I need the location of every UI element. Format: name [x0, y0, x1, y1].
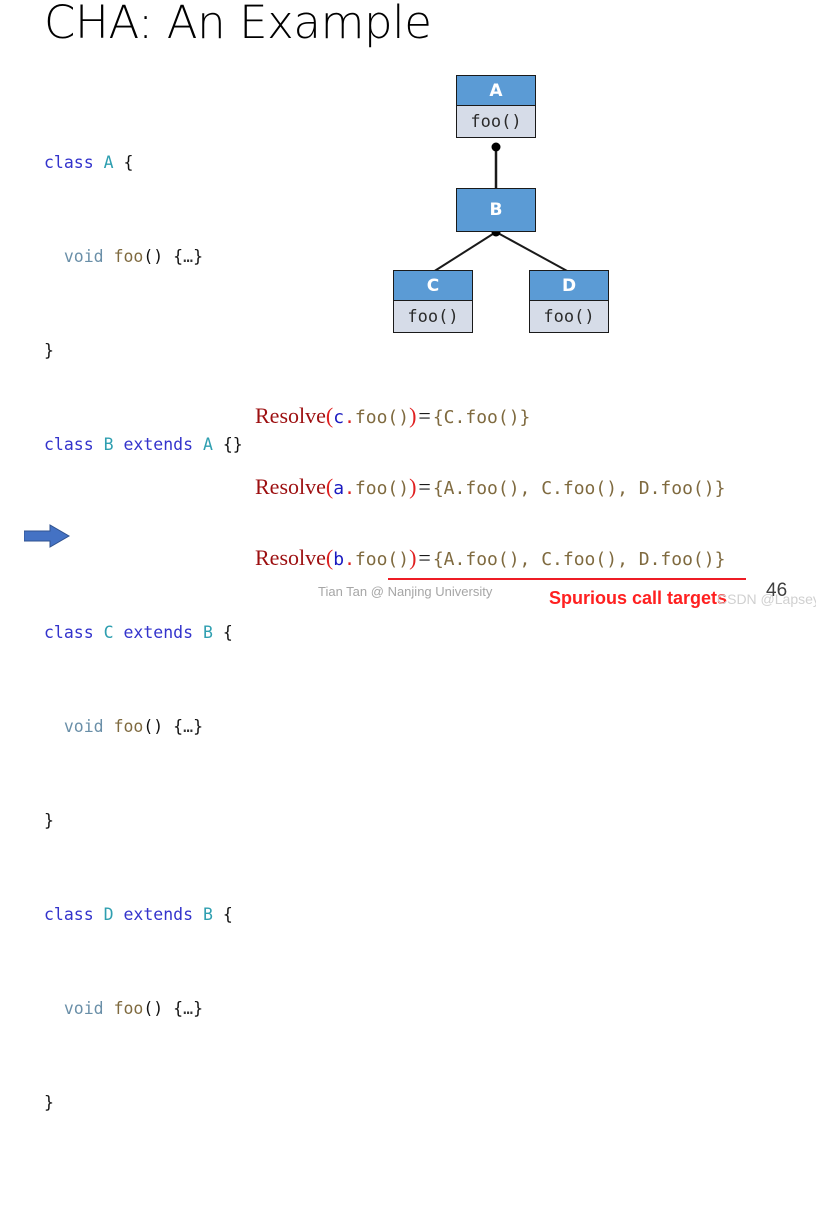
resolve-label: Resolve [255, 545, 326, 570]
keyword-class: class [44, 434, 94, 454]
code-line-2: void foo() {…} [63, 246, 203, 266]
resolve-label: Resolve [255, 403, 326, 428]
resolve-receiver: b [333, 549, 345, 570]
class-name-b: B [103, 434, 114, 454]
ellipsis: … [183, 998, 194, 1018]
keyword-class: class [44, 622, 94, 642]
code-line-9: class D extends B { [44, 904, 233, 924]
method-foo: foo [113, 716, 144, 736]
resolve-call: foo() [354, 407, 410, 428]
keyword-void: void [63, 998, 104, 1018]
current-line-arrow-icon [24, 524, 70, 548]
class-name-a: A [103, 152, 114, 172]
resolve-targets: {A.foo(), C.foo(), D.foo()} [432, 549, 726, 570]
page-title: CHA: An Example [44, 0, 432, 49]
uml-class-c-name: C [394, 271, 472, 301]
resolve-equals: = [418, 403, 431, 428]
uml-class-a: A foo() [456, 75, 536, 138]
resolve-dot: . [344, 478, 355, 499]
keyword-extends: extends [123, 622, 194, 642]
resolve-equals: = [418, 474, 431, 499]
code-line-8: } [44, 810, 54, 830]
uml-class-d-name: D [530, 271, 608, 301]
code-listing: class A { void foo() {…} } class B exten… [44, 80, 243, 1232]
code-line-1: class A { [44, 152, 134, 172]
keyword-extends: extends [123, 904, 194, 924]
code-line-3: } [44, 340, 54, 360]
code-line-7: void foo() {…} [63, 716, 203, 736]
resolve-equation-2: Resolve(a.foo())= {A.foo(), C.foo(), D.fo… [255, 474, 725, 500]
keyword-extends: extends [123, 434, 194, 454]
resolve-targets: {A.foo(), C.foo(), D.foo()} [432, 478, 726, 499]
method-foo: foo [113, 246, 144, 266]
resolve-targets: {C.foo()} [432, 407, 531, 428]
resolve-call: foo() [354, 549, 410, 570]
class-name-c: C [103, 622, 114, 642]
uml-class-c-member: foo() [407, 307, 459, 327]
resolve-dot: . [344, 549, 355, 570]
keyword-void: void [63, 716, 104, 736]
class-name-b: B [202, 622, 213, 642]
code-line-11: } [44, 1092, 54, 1112]
resolve-receiver: c [333, 407, 345, 428]
resolve-dot: . [344, 407, 355, 428]
keyword-class: class [44, 152, 94, 172]
uml-class-b: B [456, 188, 536, 232]
code-line-4: class B extends A {} [44, 434, 243, 454]
resolve-equation-1: Resolve(c.foo())= {C.foo()} [255, 403, 530, 429]
class-name-b: B [202, 904, 213, 924]
code-line-10: void foo() {…} [63, 998, 203, 1018]
resolve-call: foo() [354, 478, 410, 499]
spurious-call-targets-label: Spurious call targets [549, 588, 728, 608]
uml-class-b-name: B [457, 189, 535, 231]
uml-class-a-member: foo() [470, 112, 522, 132]
keyword-class: class [44, 904, 94, 924]
resolve-equals: = [418, 545, 431, 570]
uml-class-d-member: foo() [543, 307, 595, 327]
class-name-a: A [202, 434, 213, 454]
uml-class-c: C foo() [393, 270, 473, 333]
code-line-6: class C extends B { [44, 622, 233, 642]
page-number: 46 [766, 580, 788, 601]
method-foo: foo [113, 998, 144, 1018]
ellipsis: … [183, 246, 194, 266]
resolve-label: Resolve [255, 474, 326, 499]
uml-class-a-name: A [457, 76, 535, 106]
keyword-void: void [63, 246, 104, 266]
footer-credit: Tian Tan @ Nanjing University [318, 584, 493, 599]
resolve-equation-3: Resolve(b.foo())= {A.foo(), C.foo(), D.fo… [255, 545, 725, 571]
class-hierarchy-diagram: A foo() B C foo() D foo() [380, 60, 630, 360]
uml-class-d: D foo() [529, 270, 609, 333]
ellipsis: … [183, 716, 194, 736]
spurious-targets-underline [388, 578, 746, 580]
class-name-d: D [103, 904, 114, 924]
resolve-receiver: a [333, 478, 345, 499]
